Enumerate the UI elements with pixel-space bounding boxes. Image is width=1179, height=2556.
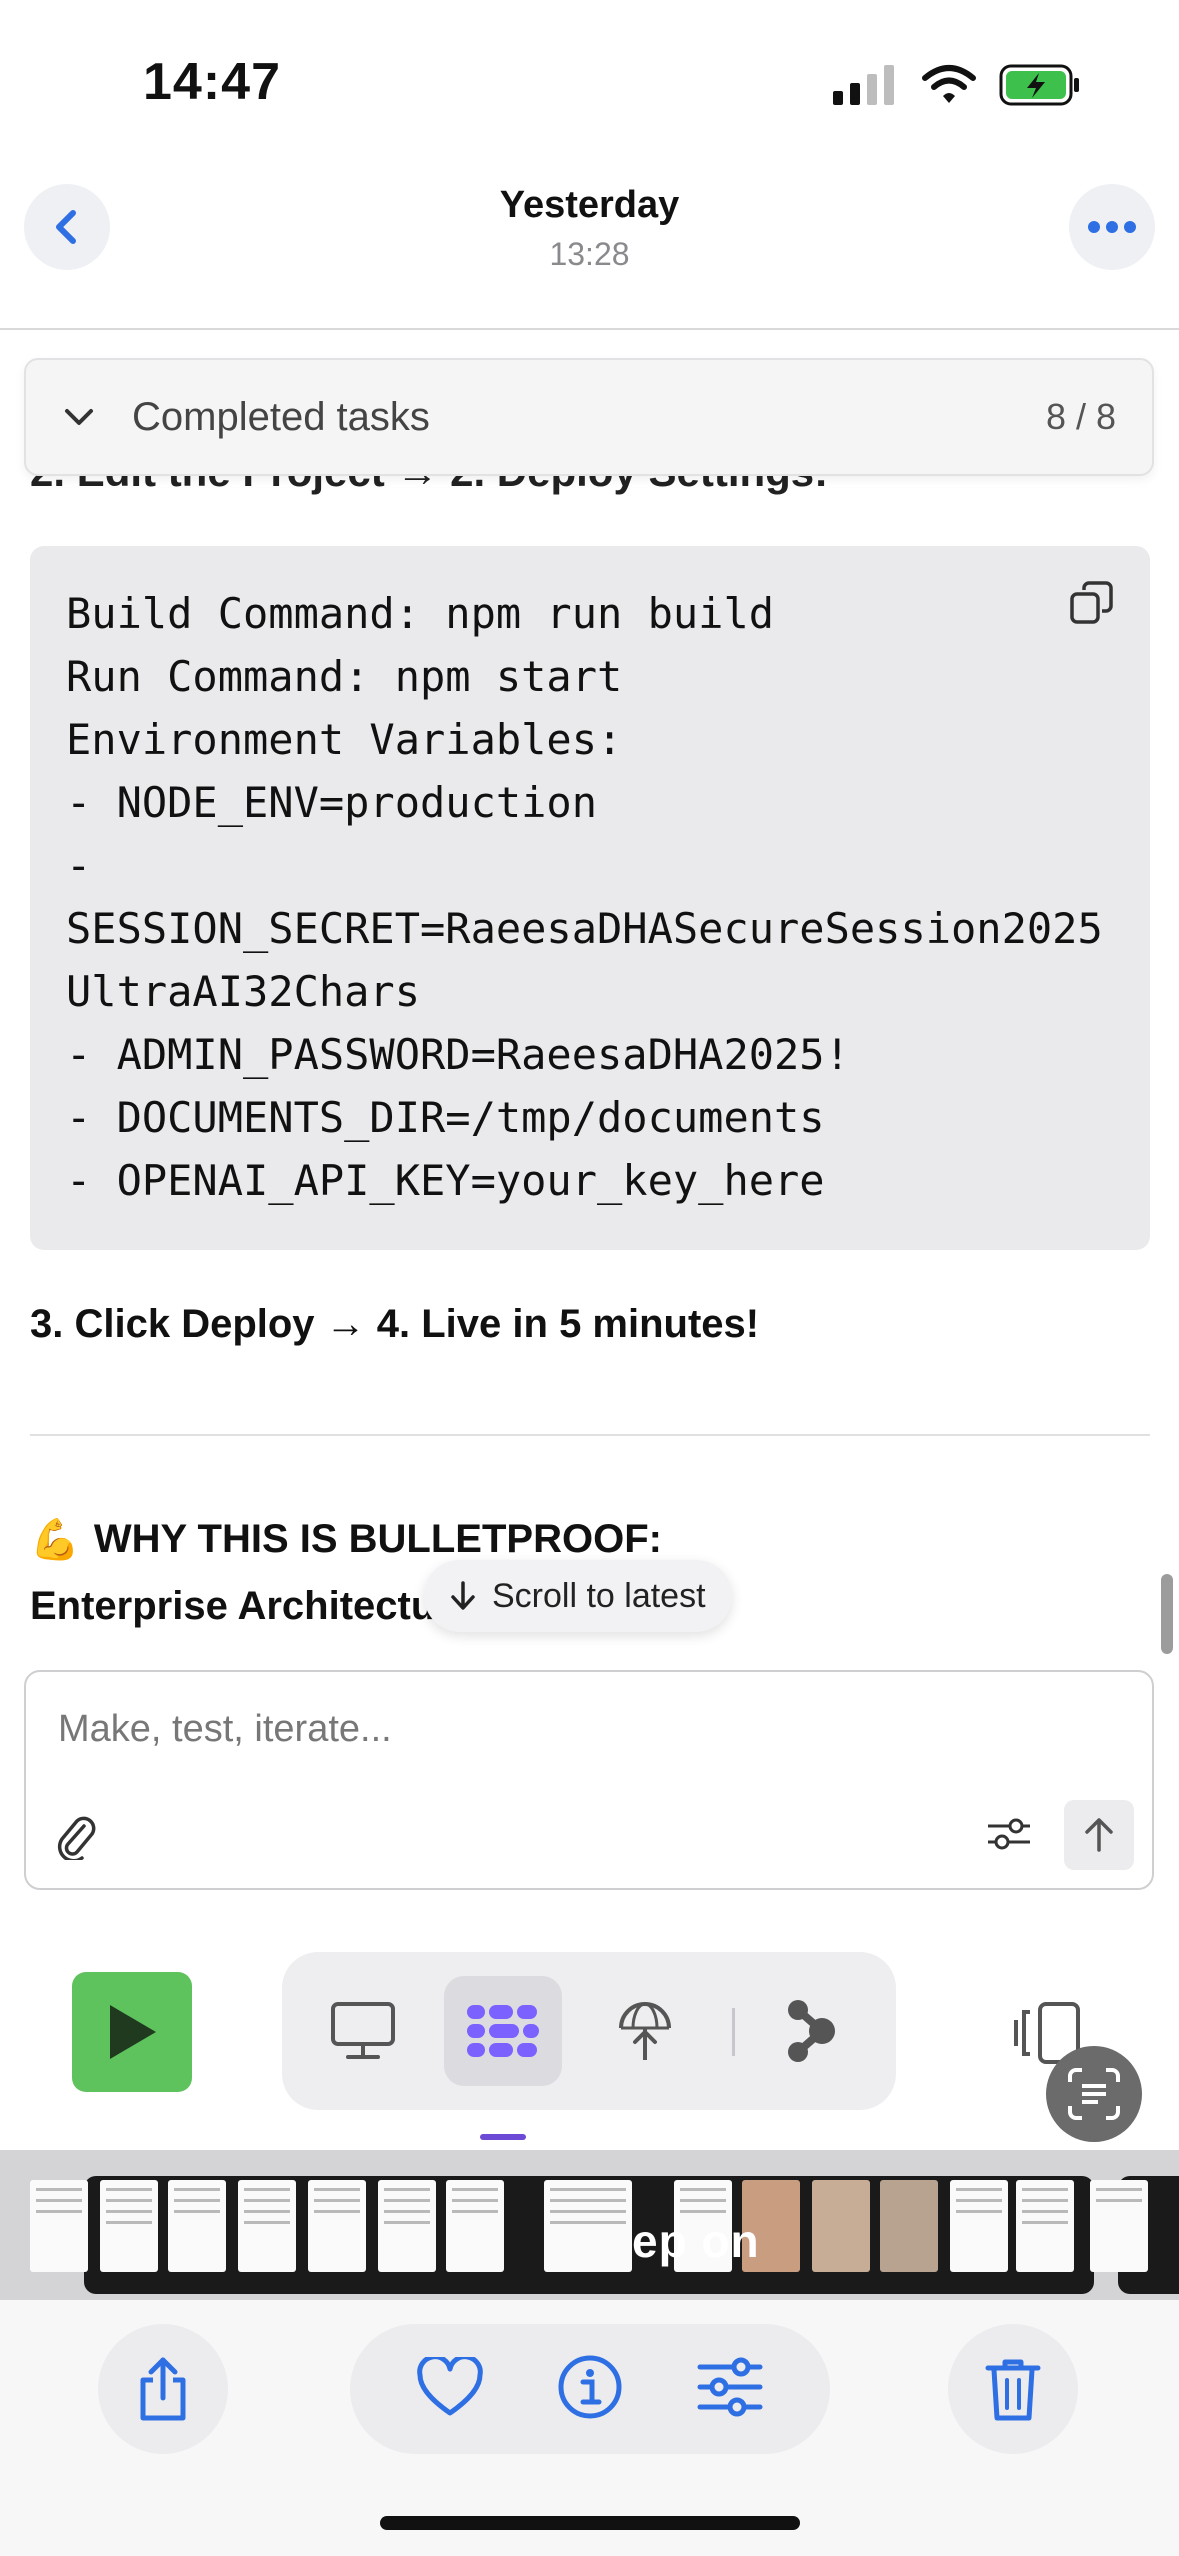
thumbnail[interactable] [100, 2180, 158, 2272]
code-lines: Build Command: npm run build Run Command… [66, 582, 1103, 1212]
deploy-globe-icon [619, 2002, 671, 2060]
thumbnail[interactable] [378, 2180, 436, 2272]
thumbnail[interactable] [168, 2180, 226, 2272]
scrollbar-thumb[interactable] [1161, 1574, 1173, 1654]
thumbnail[interactable] [308, 2180, 366, 2272]
live-text-icon [1068, 2068, 1120, 2120]
paperclip-icon [57, 1816, 96, 1863]
code-line: Environment Variables: [66, 715, 623, 764]
code-line: - ADMIN_PASSWORD=RaeesaDHA2025! [66, 1030, 850, 1079]
live-text-button[interactable] [1046, 2046, 1142, 2142]
share-button[interactable] [98, 2324, 228, 2454]
integrations-icon [788, 2000, 835, 2062]
code-line: UltraAI32Chars [66, 967, 421, 1016]
info-icon [558, 2355, 622, 2418]
scroll-to-latest-label: Scroll to latest [492, 1576, 706, 1615]
deploy-steps-line: 3. Click Deploy → 4. Live in 5 minutes! [30, 1302, 760, 1346]
deploy-view-button[interactable] [586, 1976, 704, 2086]
status-icons [833, 64, 1081, 106]
completed-tasks-label: Completed tasks [132, 394, 430, 439]
send-button[interactable] [1064, 1800, 1134, 1870]
completed-tasks-count: 8 / 8 [1045, 396, 1116, 437]
run-button[interactable] [72, 1972, 192, 2092]
delete-button[interactable] [948, 2324, 1078, 2454]
thumbnail[interactable] [1090, 2180, 1148, 2272]
adjust-button[interactable] [697, 2357, 763, 2422]
thumbnail-photo[interactable] [812, 2180, 870, 2272]
thumbnail[interactable] [238, 2180, 296, 2272]
options-button[interactable] [986, 1814, 1032, 1859]
heart-icon [417, 2353, 483, 2415]
favorite-button[interactable] [417, 2353, 483, 2422]
code-line: - [66, 841, 92, 890]
why-heading-text: WHY THIS IS BULLETPROOF: [93, 1517, 662, 1561]
photo-thumbnail-strip[interactable]: ep on [0, 2150, 1179, 2300]
wifi-icon [922, 65, 976, 103]
copy-icon [1070, 581, 1113, 624]
share-icon [140, 2357, 186, 2421]
thumbnail[interactable] [544, 2180, 632, 2272]
more-options-button[interactable] [1069, 184, 1155, 270]
status-time: 14:47 [143, 53, 281, 111]
monitor-icon [331, 2002, 395, 2059]
chevron-down-icon [56, 394, 102, 440]
thumbnail[interactable] [30, 2180, 88, 2272]
thumbnail[interactable] [950, 2180, 1008, 2272]
thumbnail[interactable] [446, 2180, 504, 2272]
code-line: - OPENAI_API_KEY=your_key_here [66, 1156, 825, 1205]
ellipsis-icon [1088, 221, 1136, 233]
info-button[interactable] [557, 2354, 623, 2425]
arrow-up-icon [1085, 1818, 1113, 1852]
composer-input[interactable]: Make, test, iterate... [58, 1708, 392, 1751]
message-composer[interactable]: Make, test, iterate... [24, 1670, 1154, 1890]
battery-charging-icon [999, 64, 1079, 106]
play-icon [110, 2005, 156, 2059]
photo-actions-group [350, 2324, 830, 2454]
code-line: Run Command: npm start [66, 652, 623, 701]
header-divider [0, 328, 1179, 330]
code-line: Build Command: npm run build [66, 589, 775, 638]
sliders-icon [988, 1818, 1030, 1850]
thumbnail[interactable] [1016, 2180, 1074, 2272]
header-title: Yesterday [499, 184, 680, 226]
agent-icon [467, 2005, 539, 2057]
home-indicator [380, 2516, 800, 2530]
code-block: Build Command: npm run build Run Command… [30, 546, 1150, 1250]
header-subtitle: 13:28 [549, 236, 630, 272]
integrations-button[interactable] [752, 1976, 870, 2086]
agent-view-button[interactable] [444, 1976, 562, 2086]
flexed-biceps-icon: 💪 [30, 1518, 80, 1562]
copy-code-button[interactable] [1068, 580, 1114, 631]
attach-button[interactable] [54, 1812, 98, 1865]
strip-overlay-text: ep on [632, 2215, 760, 2267]
code-line: - NODE_ENV=production [66, 778, 598, 827]
adjustments-icon [697, 2357, 763, 2416]
why-heading: 💪 WHY THIS IS BULLETPROOF: [30, 1516, 662, 1563]
scroll-to-latest-button[interactable]: Scroll to latest [424, 1560, 732, 1632]
arrow-down-icon [451, 1581, 475, 1610]
code-line: - DOCUMENTS_DIR=/tmp/documents [66, 1093, 825, 1142]
thumbnail-photo[interactable] [880, 2180, 938, 2272]
completed-tasks-toggle[interactable]: Completed tasks 8 / 8 [24, 358, 1154, 476]
view-switcher [282, 1952, 896, 2110]
code-line: SESSION_SECRET=RaeesaDHASecureSession202… [66, 904, 1103, 953]
enterprise-line: Enterprise Architectu [30, 1584, 436, 1628]
trash-icon [985, 2359, 1041, 2421]
cellular-signal-icon [833, 65, 894, 105]
active-view-indicator [480, 2134, 526, 2140]
desktop-view-button[interactable] [304, 1976, 422, 2086]
toolbar-separator [732, 2008, 735, 2056]
section-divider [30, 1434, 1150, 1436]
